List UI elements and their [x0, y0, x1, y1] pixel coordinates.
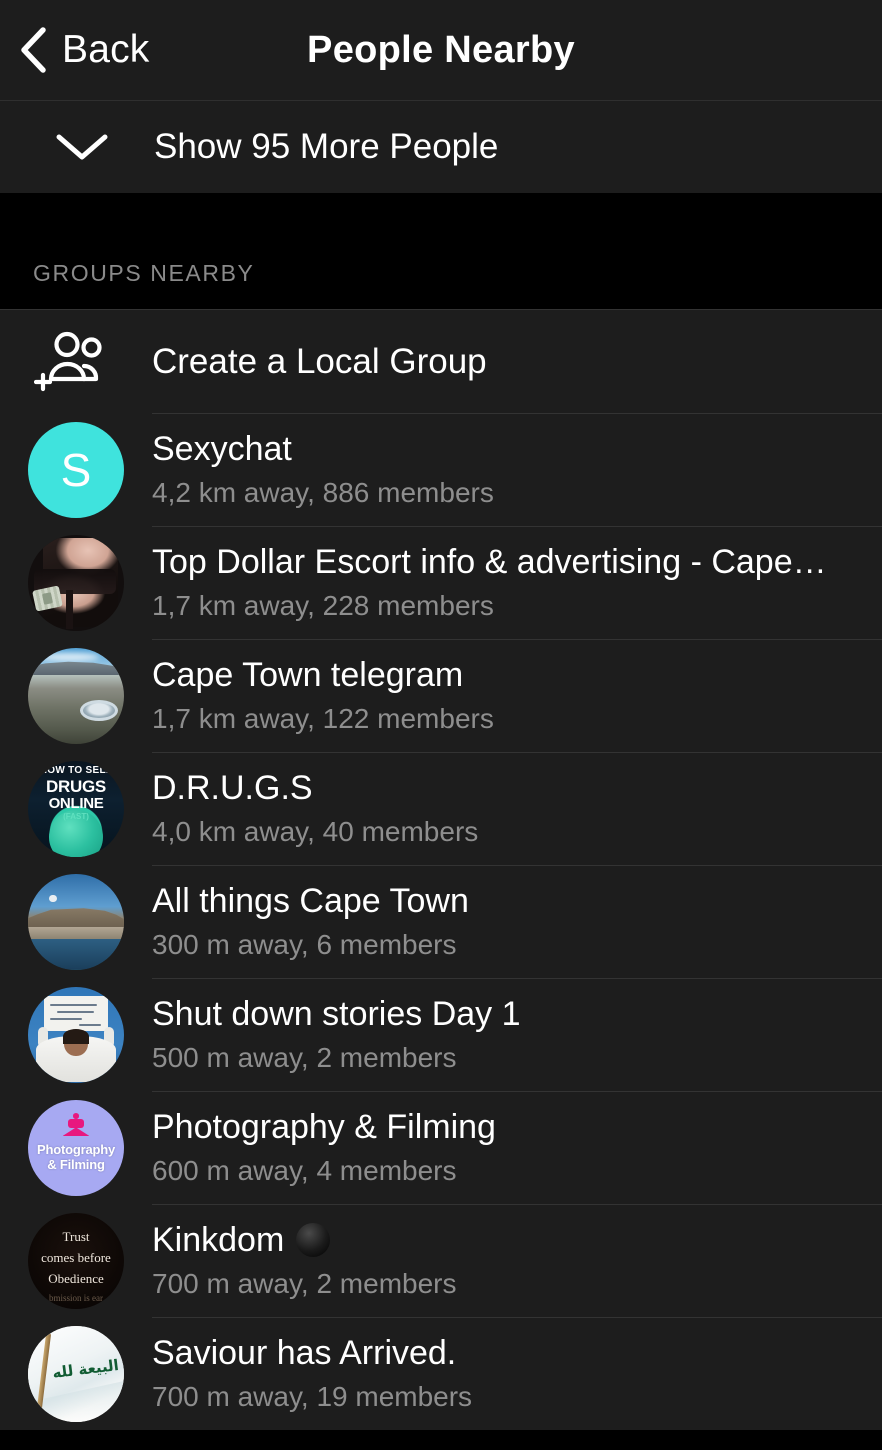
group-row[interactable]: البيعة لله Saviour has Arrived. 700 m aw… [0, 1317, 882, 1430]
avatar: S [28, 421, 124, 518]
group-meta: 1,7 km away, 228 members [152, 589, 494, 621]
group-body: Saviour has Arrived. 700 m away, 19 memb… [152, 1317, 882, 1430]
group-meta: 300 m away, 6 members [152, 928, 457, 960]
group-title: Shut down stories Day 1 [152, 995, 521, 1034]
avatar-text-line: HOW TO SELL [39, 765, 113, 777]
avatar-text-line: DRUGS [46, 777, 106, 797]
avatar-cell: Photography & Filming [0, 1099, 152, 1196]
group-row[interactable]: Shut down stories Day 1 500 m away, 2 me… [0, 978, 882, 1091]
avatar-text-line: & Filming [47, 1157, 105, 1173]
section-title: GROUPS NEARBY [33, 260, 255, 286]
add-people-icon [33, 331, 118, 393]
group-row[interactable]: Photography & Filming Photography & Film… [0, 1091, 882, 1204]
avatar-cell [0, 534, 152, 631]
group-meta: 4,0 km away, 40 members [152, 815, 479, 847]
avatar-subtext: bmission is ear [49, 1292, 103, 1303]
group-row[interactable]: All things Cape Town 300 m away, 6 membe… [0, 865, 882, 978]
group-title: Saviour has Arrived. [152, 1334, 457, 1373]
avatar: Trust comes before Obedience bmission is… [28, 1212, 124, 1309]
show-more-people-label: Show 95 More People [154, 127, 499, 166]
black-circle-icon [296, 1223, 331, 1258]
create-local-group-row[interactable]: Create a Local Group [0, 310, 882, 413]
group-title-text: Kinkdom [152, 1221, 285, 1260]
avatar-cell: S [0, 421, 152, 518]
create-group-icon-cell [0, 331, 152, 393]
group-row[interactable]: Cape Town telegram 1,7 km away, 122 memb… [0, 639, 882, 752]
group-row[interactable]: Trust comes before Obedience bmission is… [0, 1204, 882, 1317]
chevron-left-icon [18, 27, 48, 73]
group-body: Kinkdom 700 m away, 2 members [152, 1204, 882, 1317]
group-meta: 700 m away, 19 members [152, 1380, 473, 1412]
avatar-text-line: Obedience [48, 1271, 104, 1287]
avatar-cell [0, 986, 152, 1083]
avatar: البيعة لله [28, 1325, 124, 1422]
avatar: Photography & Filming [28, 1099, 124, 1196]
group-title: D.R.U.G.S [152, 769, 313, 808]
groups-nearby-section-header: GROUPS NEARBY [0, 194, 882, 310]
groups-list: Create a Local Group S Sexychat 4,2 km a… [0, 310, 882, 1430]
group-body: Sexychat 4,2 km away, 886 members [152, 413, 882, 526]
avatar [28, 986, 124, 1083]
chevron-down-icon [32, 132, 132, 162]
avatar-cell [0, 647, 152, 744]
create-group-label: Create a Local Group [152, 341, 487, 381]
group-meta: 1,7 km away, 122 members [152, 702, 494, 734]
group-body: Shut down stories Day 1 500 m away, 2 me… [152, 978, 882, 1091]
show-more-people-button[interactable]: Show 95 More People [0, 101, 882, 194]
group-meta: 500 m away, 2 members [152, 1041, 457, 1073]
group-body: Photography & Filming 600 m away, 4 memb… [152, 1091, 882, 1204]
avatar-text-line: Trust [62, 1228, 90, 1244]
group-title: All things Cape Town [152, 882, 469, 921]
avatar-text-line: comes before [41, 1249, 111, 1265]
avatar [28, 534, 124, 631]
avatar [28, 647, 124, 744]
avatar-cell: Trust comes before Obedience bmission is… [0, 1212, 152, 1309]
create-group-body: Create a Local Group [152, 310, 882, 413]
avatar: HOW TO SELL DRUGS ONLINE (FAST) [28, 760, 124, 857]
back-label: Back [62, 28, 150, 71]
avatar-text-line: ONLINE [48, 795, 104, 813]
navigation-bar: Back People Nearby [0, 0, 882, 101]
group-row[interactable]: HOW TO SELL DRUGS ONLINE (FAST) D.R.U.G.… [0, 752, 882, 865]
avatar-cell: البيعة لله [0, 1325, 152, 1422]
avatar [28, 873, 124, 970]
group-body: Cape Town telegram 1,7 km away, 122 memb… [152, 639, 882, 752]
avatar-text-line: Photography [37, 1141, 115, 1157]
group-title: Sexychat [152, 430, 292, 469]
group-body: All things Cape Town 300 m away, 6 membe… [152, 865, 882, 978]
group-meta: 4,2 km away, 886 members [152, 476, 494, 508]
group-body: Top Dollar Escort info & advertising - C… [152, 526, 882, 639]
group-meta: 600 m away, 4 members [152, 1154, 457, 1186]
avatar-cell: HOW TO SELL DRUGS ONLINE (FAST) [0, 760, 152, 857]
group-body: D.R.U.G.S 4,0 km away, 40 members [152, 752, 882, 865]
group-title: Photography & Filming [152, 1108, 496, 1147]
group-meta: 700 m away, 2 members [152, 1267, 457, 1299]
avatar-cell [0, 873, 152, 970]
group-row[interactable]: Top Dollar Escort info & advertising - C… [0, 526, 882, 639]
group-title: Top Dollar Escort info & advertising - C… [152, 543, 827, 582]
group-row[interactable]: S Sexychat 4,2 km away, 886 members [0, 413, 882, 526]
avatar-text-line: (FAST) [63, 812, 89, 822]
back-button[interactable]: Back [0, 27, 150, 73]
group-title: Kinkdom [152, 1221, 858, 1259]
group-title: Cape Town telegram [152, 656, 464, 695]
